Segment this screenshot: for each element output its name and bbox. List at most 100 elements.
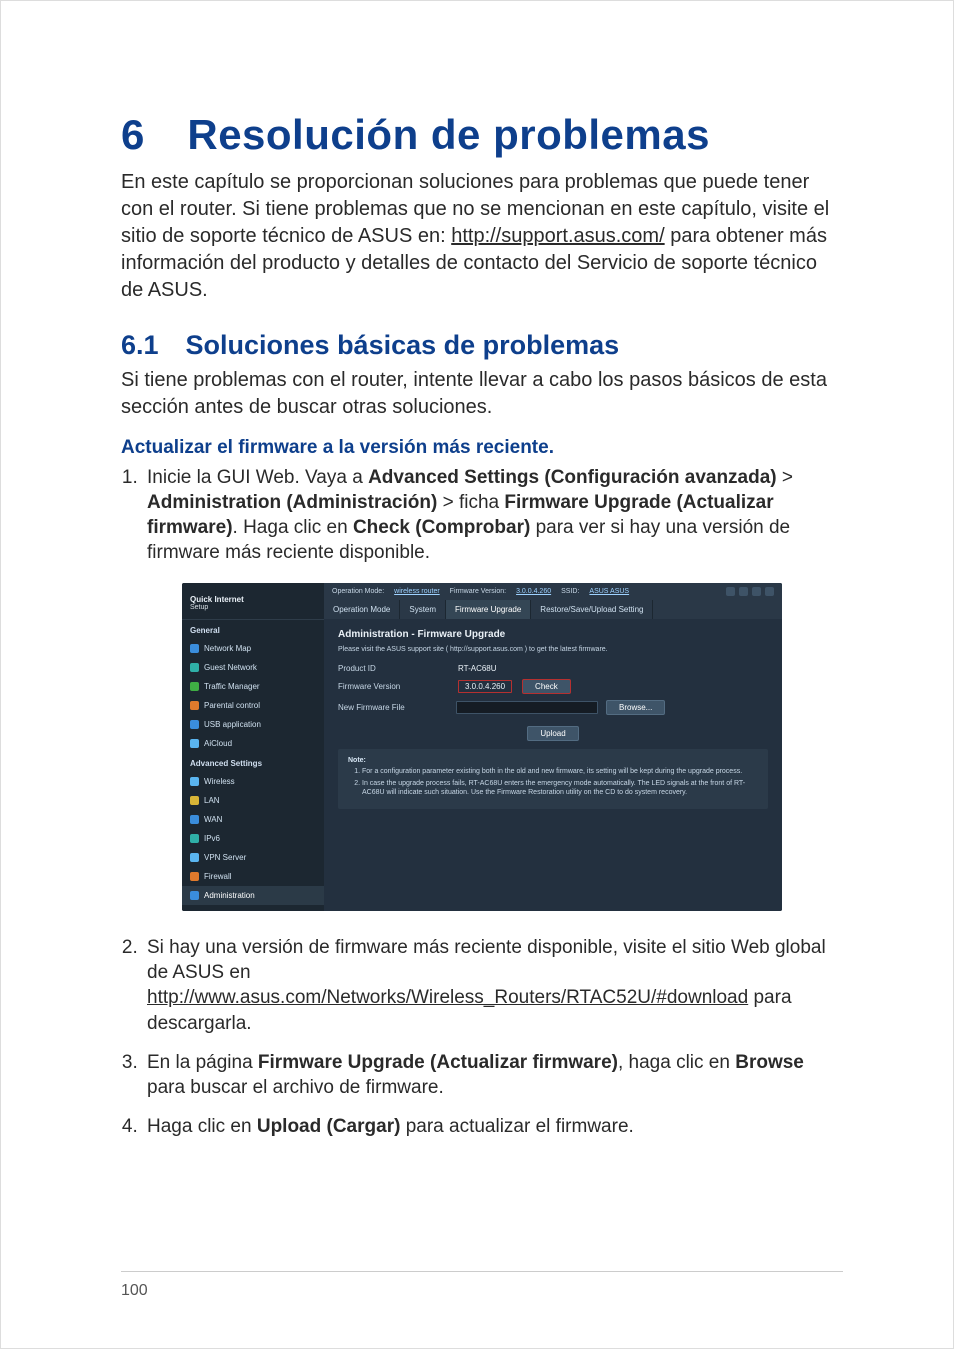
step3-text1: , haga clic en	[618, 1052, 735, 1073]
procedure-steps: Inicie la GUI Web. Vaya a Advanced Setti…	[121, 465, 843, 565]
sidebar-advanced-header: Advanced Settings	[182, 753, 324, 772]
vpn-server-icon	[190, 853, 199, 862]
sidebar-item-aicloud[interactable]: AiCloud	[182, 734, 324, 753]
router-sidebar: Quick Internet Setup General Network Map…	[182, 583, 324, 911]
intro-paragraph: En este capítulo se proporcionan solucio…	[121, 169, 843, 304]
step3-text2: para buscar el archivo de firmware.	[147, 1077, 444, 1098]
product-id-value: RT-AC68U	[458, 664, 497, 673]
topbar-ssid-label: SSID:	[561, 588, 579, 595]
sidebar-item-network-map[interactable]: Network Map	[182, 639, 324, 658]
sidebar-item-vpn-server[interactable]: VPN Server	[182, 848, 324, 867]
step-2: Si hay una versión de firmware más recie…	[143, 935, 843, 1035]
sidebar-label-traffic-manager: Traffic Manager	[204, 682, 260, 691]
check-button[interactable]: Check	[522, 679, 571, 694]
step4-text1: para actualizar el firmware.	[400, 1116, 633, 1137]
sidebar-item-ipv6[interactable]: IPv6	[182, 829, 324, 848]
step3-bold-browse: Browse	[735, 1052, 804, 1073]
note-2: In case the upgrade process fails, RT-AC…	[362, 780, 758, 798]
note-1: For a configuration parameter existing b…	[362, 768, 758, 777]
tab-firmware-upgrade[interactable]: Firmware Upgrade	[446, 600, 531, 619]
sidebar-item-lan[interactable]: LAN	[182, 791, 324, 810]
usb-application-icon	[190, 720, 199, 729]
sidebar-general-header: General	[182, 620, 324, 639]
firmware-file-input[interactable]	[456, 701, 598, 714]
firmware-upgrade-panel: Administration - Firmware Upgrade Please…	[324, 619, 782, 822]
sidebar-item-administration[interactable]: Administration	[182, 886, 324, 905]
administration-icon	[190, 891, 199, 900]
sidebar-label-usb-application: USB application	[204, 720, 261, 729]
sidebar-item-wireless[interactable]: Wireless	[182, 772, 324, 791]
topbar-fw-value[interactable]: 3.0.0.4.260	[516, 588, 551, 595]
tab-restore[interactable]: Restore/Save/Upload Setting	[531, 600, 653, 619]
quick-internet-label: Quick Internet	[190, 595, 316, 604]
step4-text0: Haga clic en	[147, 1116, 257, 1137]
firewall-icon	[190, 872, 199, 881]
admin-tabs: Operation Mode System Firmware Upgrade R…	[324, 600, 782, 619]
quick-setup-label: Setup	[190, 604, 316, 611]
topbar-utility-icons	[726, 587, 774, 596]
sidebar-item-firewall[interactable]: Firewall	[182, 867, 324, 886]
step1-sep3: . Haga clic en	[233, 517, 353, 538]
step1-text: Inicie la GUI Web. Vaya a	[147, 467, 368, 488]
sidebar-label-vpn: VPN Server	[204, 853, 246, 862]
firmware-version-value: 3.0.0.4.260	[458, 680, 512, 693]
topbar-icon[interactable]	[726, 587, 735, 596]
step4-bold-upload: Upload (Cargar)	[257, 1116, 401, 1137]
network-map-icon	[190, 644, 199, 653]
section-intro: Si tiene problemas con el router, intent…	[121, 367, 843, 421]
panel-notes-box: Note: For a configuration parameter exis…	[338, 749, 768, 808]
sidebar-label-wireless: Wireless	[204, 777, 235, 786]
topbar-opmode-label: Operation Mode:	[332, 588, 384, 595]
procedure-title: Actualizar el firmware a la versión más …	[121, 437, 843, 459]
sidebar-item-usb-application[interactable]: USB application	[182, 715, 324, 734]
tab-system[interactable]: System	[400, 600, 446, 619]
product-id-row: Product ID RT-AC68U	[338, 661, 768, 676]
tab-operation-mode[interactable]: Operation Mode	[324, 600, 400, 619]
sidebar-item-traffic-manager[interactable]: Traffic Manager	[182, 677, 324, 696]
step2-download-link[interactable]: http://www.asus.com/Networks/Wireless_Ro…	[147, 987, 748, 1008]
router-topbar: Operation Mode: wireless router Firmware…	[324, 583, 782, 600]
traffic-manager-icon	[190, 682, 199, 691]
sidebar-item-guest-network[interactable]: Guest Network	[182, 658, 324, 677]
step3-bold-fw: Firmware Upgrade (Actualizar firmware)	[258, 1052, 618, 1073]
step-3: En la página Firmware Upgrade (Actualiza…	[143, 1050, 843, 1100]
new-firmware-label: New Firmware File	[338, 703, 448, 712]
step1-sep1: >	[777, 467, 793, 488]
sidebar-label-aicloud: AiCloud	[204, 739, 232, 748]
step-1: Inicie la GUI Web. Vaya a Advanced Setti…	[143, 465, 843, 565]
procedure-steps-cont: Si hay una versión de firmware más recie…	[121, 935, 843, 1139]
ipv6-icon	[190, 834, 199, 843]
lan-icon	[190, 796, 199, 805]
footer-separator	[121, 1271, 843, 1272]
router-admin-screenshot: Quick Internet Setup General Network Map…	[182, 583, 782, 911]
topbar-icon[interactable]	[752, 587, 761, 596]
browse-button[interactable]: Browse...	[606, 700, 665, 715]
firmware-version-label: Firmware Version	[338, 682, 448, 691]
panel-note: Please visit the ASUS support site ( htt…	[338, 646, 768, 653]
sidebar-label-ipv6: IPv6	[204, 834, 220, 843]
step2-text0: Si hay una versión de firmware más recie…	[147, 937, 826, 983]
step1-bold-check: Check (Comprobar)	[353, 517, 530, 538]
step1-bold-advanced: Advanced Settings (Configuración avanzad…	[368, 467, 777, 488]
topbar-icon[interactable]	[765, 587, 774, 596]
panel-title: Administration - Firmware Upgrade	[338, 629, 768, 640]
topbar-ssid-value[interactable]: ASUS ASUS	[589, 588, 629, 595]
wireless-icon	[190, 777, 199, 786]
chapter-title: 6 Resolución de problemas	[121, 111, 843, 159]
upload-button[interactable]: Upload	[527, 726, 578, 741]
guest-network-icon	[190, 663, 199, 672]
intro-support-link[interactable]: http://support.asus.com/	[451, 225, 664, 247]
sidebar-item-wan[interactable]: WAN	[182, 810, 324, 829]
page-number: 100	[121, 1282, 148, 1300]
step-4: Haga clic en Upload (Cargar) para actual…	[143, 1114, 843, 1139]
topbar-opmode-value[interactable]: wireless router	[394, 588, 440, 595]
wan-icon	[190, 815, 199, 824]
notes-head: Note:	[348, 757, 758, 764]
sidebar-label-firewall: Firewall	[204, 872, 232, 881]
sidebar-label-parental-control: Parental control	[204, 701, 260, 710]
topbar-icon[interactable]	[739, 587, 748, 596]
topbar-fw-label: Firmware Version:	[450, 588, 506, 595]
sidebar-item-parental-control[interactable]: Parental control	[182, 696, 324, 715]
quick-internet-setup[interactable]: Quick Internet Setup	[182, 589, 324, 620]
aicloud-icon	[190, 739, 199, 748]
